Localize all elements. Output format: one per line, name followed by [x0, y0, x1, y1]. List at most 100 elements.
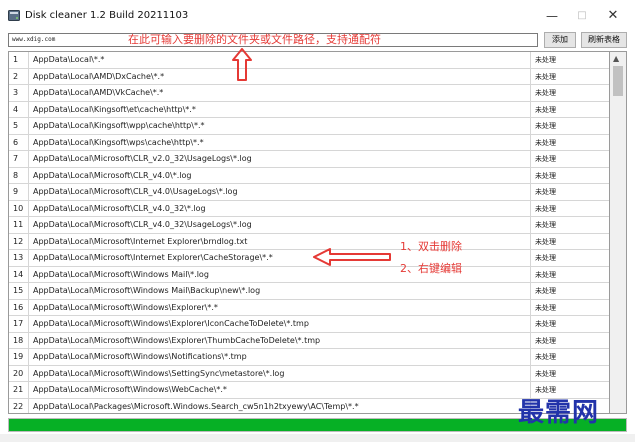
app-window: Disk cleaner 1.2 Build 20211103 — □ ✕ ww… [0, 0, 635, 442]
status-cell: 未处理 [535, 56, 556, 64]
annotation-input-hint: 在此可输入要删除的文件夹或文件路径，支持通配符 [128, 33, 381, 46]
status-cell: 未处理 [535, 320, 556, 328]
status-cell: 未处理 [535, 353, 556, 361]
table-row[interactable]: 19 AppData\Local\Microsoft\Windows\Notifi… [9, 349, 609, 366]
path-cell: AppData\Local\Microsoft\Windows Mail\Bac… [29, 283, 531, 300]
path-cell: AppData\Local\Microsoft\Windows\Explorer… [29, 299, 531, 316]
status-cell: 未处理 [535, 204, 556, 213]
path-cell: AppData\Local\Microsoft\CLR_v2.0_32\Usag… [29, 151, 531, 168]
row-number-cell: 3 [9, 85, 29, 102]
table-row[interactable]: 9 AppData\Local\Microsoft\CLR_v4.0\UsageL… [9, 184, 609, 201]
status-cell: 未处理 [535, 105, 556, 114]
maximize-button[interactable]: □ [570, 6, 594, 26]
path-cell: AppData\Local\Microsoft\Windows\Explorer… [29, 316, 531, 333]
row-number-cell: 14 [9, 266, 29, 283]
status-cell: 未处理 [535, 89, 556, 97]
status-cell: 未处理 [535, 254, 556, 262]
window-title: Disk cleaner 1.2 Build 20211103 [25, 10, 189, 21]
path-cell: AppData\Local\*.* [29, 52, 531, 69]
path-cell: AppData\Local\Microsoft\Windows\Explorer… [29, 332, 531, 349]
status-cell: 未处理 [535, 303, 556, 312]
left-arrow-icon [313, 248, 391, 266]
row-number-cell: 18 [9, 332, 29, 349]
table-row[interactable]: 4 AppData\Local\Kingsoft\et\cache\http\*.… [9, 101, 609, 118]
table-row[interactable]: 10 AppData\Local\Microsoft\CLR_v4.0_32\*.… [9, 200, 609, 217]
path-cell: AppData\Local\Microsoft\CLR_v4.0_32\Usag… [29, 217, 531, 234]
row-number-cell: 10 [9, 200, 29, 217]
row-number-cell: 2 [9, 68, 29, 85]
close-button[interactable]: ✕ [601, 6, 625, 26]
status-cell: 未处理 [535, 270, 556, 279]
table-row[interactable]: 7 AppData\Local\Microsoft\CLR_v2.0_32\Usa… [9, 151, 609, 168]
row-number-cell: 7 [9, 151, 29, 168]
refresh-table-button[interactable]: 刷新表格 [581, 32, 627, 48]
status-cell: 未处理 [535, 188, 556, 196]
path-cell: AppData\Local\Kingsoft\wpp\cache\http\*.… [29, 118, 531, 135]
title-bar: Disk cleaner 1.2 Build 20211103 — □ ✕ [0, 0, 635, 30]
row-number-cell: 1 [9, 52, 29, 69]
status-cell: 未处理 [535, 221, 556, 229]
up-arrow-icon [232, 48, 252, 81]
path-cell: AppData\Local\Microsoft\CLR_v4.0\*.log [29, 167, 531, 184]
status-cell: 未处理 [535, 171, 556, 180]
row-number-cell: 8 [9, 167, 29, 184]
row-number-cell: 19 [9, 349, 29, 366]
row-number-cell: 22 [9, 398, 29, 413]
row-number-cell: 13 [9, 250, 29, 267]
annotation-right-click-edit: 2、右键编辑 [400, 262, 462, 275]
status-cell: 未处理 [535, 237, 556, 246]
row-number-cell: 9 [9, 184, 29, 201]
site-watermark: 最需网 [518, 398, 600, 428]
row-number-cell: 5 [9, 118, 29, 135]
table-row[interactable]: 2 AppData\Local\AMD\DxCache\*.* 未处理 [9, 68, 609, 85]
table-row[interactable]: 8 AppData\Local\Microsoft\CLR_v4.0\*.log 未… [9, 167, 609, 184]
minimize-button[interactable]: — [540, 6, 564, 26]
table-row[interactable]: 1 AppData\Local\*.* 未处理 [9, 52, 609, 69]
status-cell: 未处理 [535, 155, 556, 163]
status-cell: 未处理 [535, 138, 556, 147]
path-cell: AppData\Local\Kingsoft\et\cache\http\*.* [29, 101, 531, 118]
row-number-cell: 4 [9, 101, 29, 118]
row-number-cell: 17 [9, 316, 29, 333]
table-row[interactable]: 11 AppData\Local\Microsoft\CLR_v4.0_32\Us… [9, 217, 609, 234]
add-button[interactable]: 添加 [544, 32, 576, 48]
table-row[interactable]: 16 AppData\Local\Microsoft\Windows\Explor… [9, 299, 609, 316]
status-cell: 未处理 [535, 336, 556, 345]
path-table: 1 AppData\Local\*.* 未处理 2 AppData\Local\AMD\… [8, 51, 610, 414]
table-row[interactable]: 20 AppData\Local\Microsoft\Windows\Settin… [9, 365, 609, 382]
table-row[interactable]: 17 AppData\Local\Microsoft\Windows\Explor… [9, 316, 609, 333]
path-cell: AppData\Local\AMD\VkCache\*.* [29, 85, 531, 102]
status-strip [0, 434, 635, 442]
annotation-double-click-delete: 1、双击删除 [400, 240, 462, 253]
path-cell: AppData\Local\Packages\Microsoft.Windows… [29, 398, 531, 413]
scroll-thumb[interactable] [613, 66, 623, 96]
row-number-cell: 20 [9, 365, 29, 382]
status-cell: 未处理 [535, 369, 556, 378]
table-row[interactable]: 3 AppData\Local\AMD\VkCache\*.* 未处理 [9, 85, 609, 102]
table-row[interactable]: 14 AppData\Local\Microsoft\Windows Mail\*… [9, 266, 609, 283]
vertical-scrollbar[interactable]: ▲ [610, 51, 627, 414]
status-cell: 未处理 [535, 122, 556, 130]
table-row[interactable]: 18 AppData\Local\Microsoft\Windows\Explor… [9, 332, 609, 349]
path-cell: AppData\Local\Microsoft\Windows\WebCache… [29, 382, 531, 399]
row-number-cell: 16 [9, 299, 29, 316]
row-number-cell: 21 [9, 382, 29, 399]
row-number-cell: 12 [9, 233, 29, 250]
scroll-up-arrow-icon[interactable]: ▲ [613, 54, 619, 63]
row-number-cell: 15 [9, 283, 29, 300]
status-cell: 未处理 [535, 287, 556, 295]
table-row[interactable]: 6 AppData\Local\Kingsoft\wps\cache\http\*… [9, 134, 609, 151]
path-cell: AppData\Local\Microsoft\CLR_v4.0_32\*.lo… [29, 200, 531, 217]
disk-app-icon [8, 10, 20, 21]
table-row[interactable]: 12 AppData\Local\Microsoft\Internet Explo… [9, 233, 609, 250]
path-cell: AppData\Local\Microsoft\Windows\SettingS… [29, 365, 531, 382]
table-row[interactable]: 13 AppData\Local\Microsoft\Internet Explo… [9, 250, 609, 267]
table-row[interactable]: 5 AppData\Local\Kingsoft\wpp\cache\http\*… [9, 118, 609, 135]
path-cell: AppData\Local\AMD\DxCache\*.* [29, 68, 531, 85]
path-cell: AppData\Local\Kingsoft\wps\cache\http\*.… [29, 134, 531, 151]
table-row[interactable]: 15 AppData\Local\Microsoft\Windows Mail\B… [9, 283, 609, 300]
row-number-cell: 11 [9, 217, 29, 234]
row-number-cell: 6 [9, 134, 29, 151]
path-cell: AppData\Local\Microsoft\CLR_v4.0\UsageLo… [29, 184, 531, 201]
path-cell: AppData\Local\Microsoft\Windows\Notifica… [29, 349, 531, 366]
